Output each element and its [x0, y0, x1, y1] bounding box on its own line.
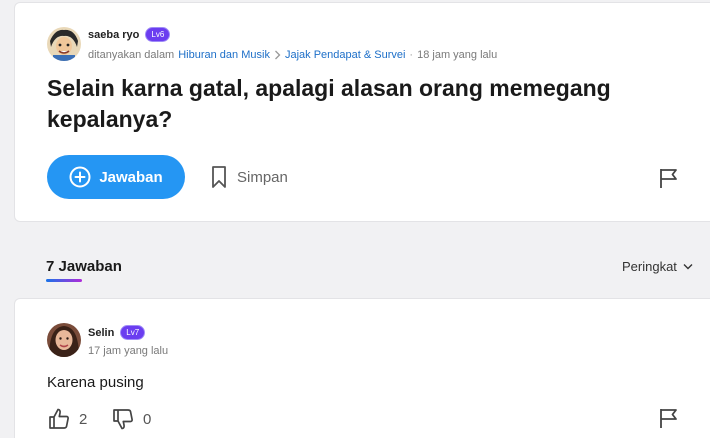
level-badge: Lv6: [145, 27, 171, 42]
answer-button-label: Jawaban: [99, 168, 163, 186]
asked-in-label: ditanyakan dalam: [88, 49, 175, 61]
thumbs-up-icon: [47, 407, 71, 431]
sort-dropdown[interactable]: Peringkat: [622, 259, 693, 274]
answer-author: Selin Lv7: [88, 325, 146, 340]
category-link[interactable]: Hiburan dan Musik: [178, 49, 270, 61]
flag-icon[interactable]: [658, 407, 680, 434]
bookmark-icon: [211, 165, 227, 189]
question-title: Selain karna gatal, apalagi alasan orang…: [47, 75, 611, 132]
level-badge: Lv7: [120, 325, 146, 340]
question-time: 18 jam yang lalu: [417, 49, 498, 61]
answer-author-avatar[interactable]: [47, 323, 81, 357]
answer-author-name[interactable]: Selin: [88, 327, 114, 339]
question-card: saeba ryo Lv6 ditanyakan dalam Hiburan d…: [14, 2, 710, 222]
save-button[interactable]: Simpan: [211, 165, 288, 189]
answer-button[interactable]: Jawaban: [47, 155, 185, 199]
thumbs-down-icon: [111, 407, 135, 431]
question-author: saeba ryo Lv6: [88, 27, 171, 42]
answers-count[interactable]: 7 Jawaban: [46, 258, 122, 275]
answer-card: Selin Lv7 17 jam yang lalu Karena pusing…: [14, 298, 710, 438]
sort-label: Peringkat: [622, 259, 677, 274]
answers-tab-underline: [46, 279, 82, 282]
subcategory-link[interactable]: Jajak Pendapat & Survei: [285, 49, 405, 61]
like-button[interactable]: 2: [47, 407, 87, 431]
dislike-count: 0: [143, 410, 152, 428]
page: saeba ryo Lv6 ditanyakan dalam Hiburan d…: [0, 0, 710, 438]
dislike-button[interactable]: 0: [111, 407, 151, 431]
answer-text: Karena pusing: [47, 374, 144, 391]
chevron-right-icon: [274, 50, 281, 60]
save-button-label: Simpan: [237, 168, 288, 186]
meta-separator: ·: [409, 49, 414, 61]
like-count: 2: [79, 410, 88, 428]
question-author-avatar[interactable]: [47, 27, 81, 61]
chevron-down-icon: [683, 263, 693, 270]
question-meta: ditanyakan dalam Hiburan dan Musik Jajak…: [88, 49, 497, 61]
flag-icon[interactable]: [658, 167, 680, 194]
answer-time: 17 jam yang lalu: [88, 345, 169, 357]
question-author-name[interactable]: saeba ryo: [88, 29, 139, 41]
plus-circle-icon: [69, 166, 91, 188]
